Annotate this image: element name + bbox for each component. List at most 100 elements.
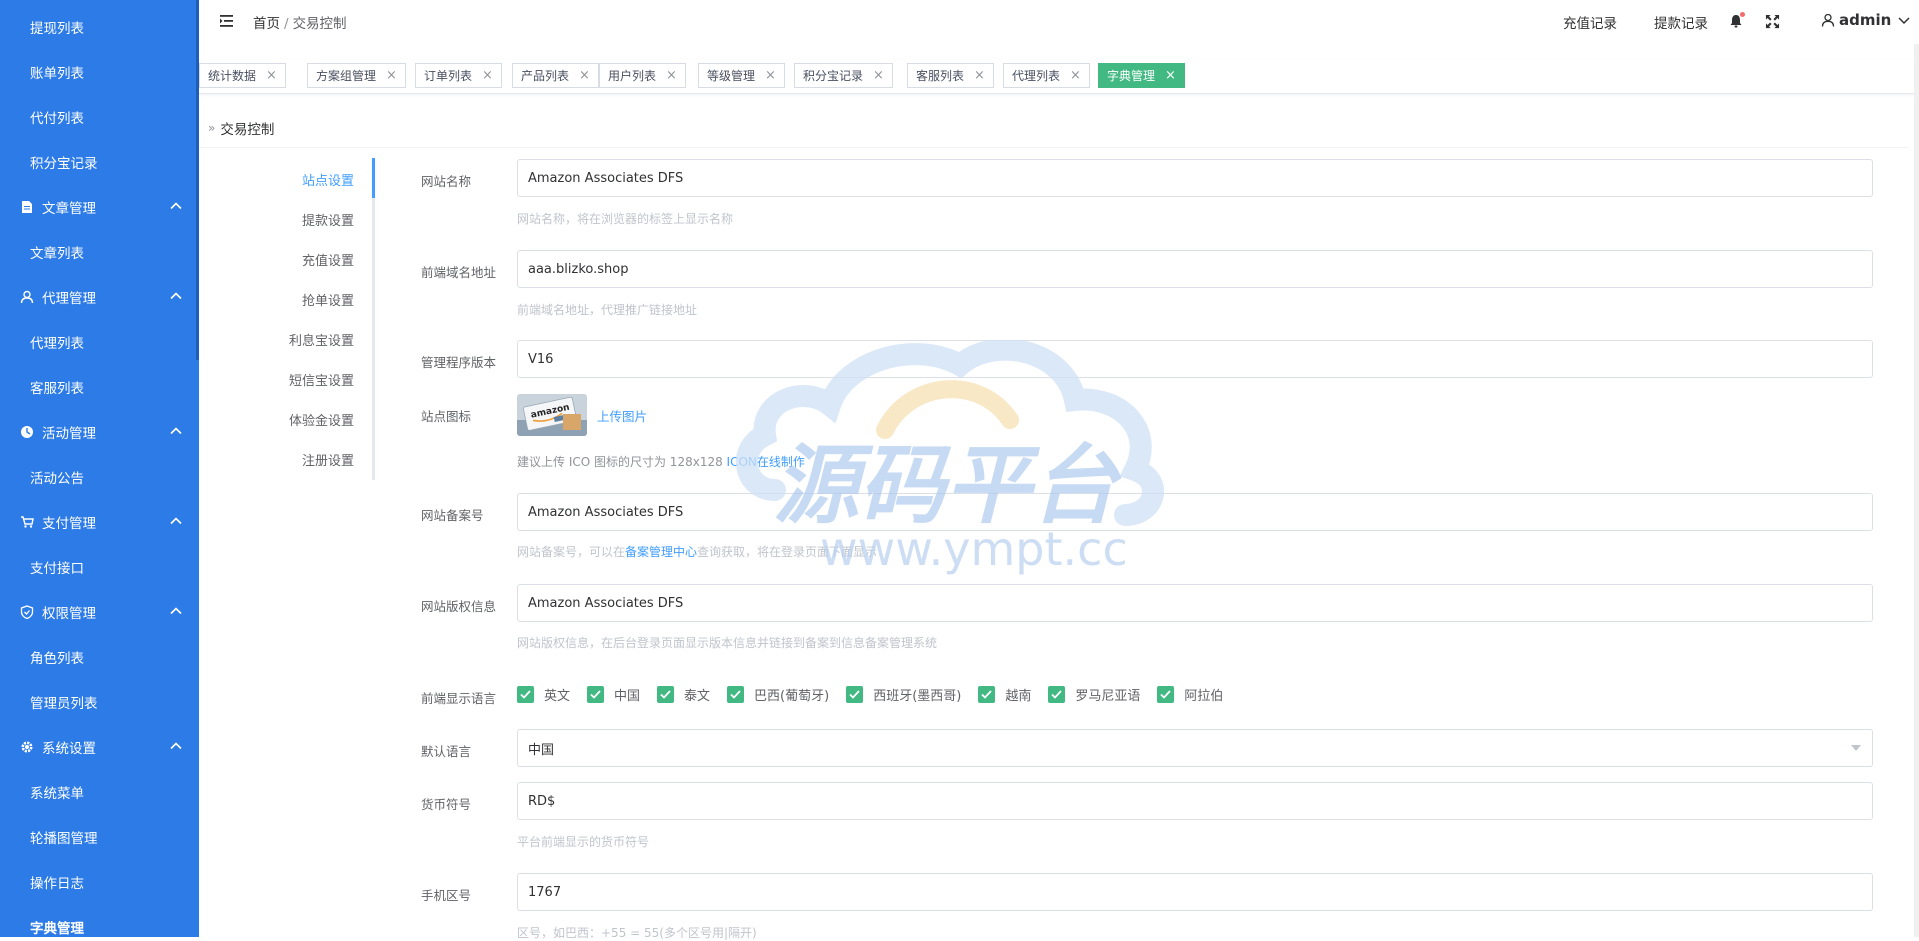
default-language-select[interactable]: 中国 [517,729,1873,767]
language-label: 越南 [1005,689,1032,704]
notification-button[interactable] [1728,12,1745,29]
sidebar-group-11[interactable]: 支付管理 [0,499,199,544]
site-name-label: 网站名称 [421,174,472,189]
tab-label: 积分宝记录 [803,69,864,83]
settings-menu-item[interactable]: 利息宝设置 [289,330,354,349]
phone-code-input[interactable]: 1767 [517,873,1873,911]
language-checkbox[interactable]: 巴西(葡萄牙) [727,685,829,704]
close-icon[interactable]: × [1070,68,1081,83]
language-checkbox[interactable]: 阿拉伯 [1157,685,1223,704]
sidebar-item[interactable]: 操作日志 [0,859,199,904]
settings-menu-item[interactable]: 注册设置 [302,450,354,469]
sidebar-item[interactable]: 活动公告 [0,454,199,499]
checkbox-checked-icon[interactable] [978,686,996,703]
tab-label: 统计数据 [208,69,257,83]
tab[interactable]: 用户列表 × [599,63,686,88]
sidebar-item[interactable]: 代理列表 [0,319,199,364]
settings-menu-item[interactable]: 短信宝设置 [289,370,354,389]
sidebar-item[interactable]: 管理员列表 [0,679,199,724]
close-icon[interactable]: × [1165,68,1176,83]
sidebar-item[interactable]: 轮播图管理 [0,814,199,859]
checkbox-checked-icon[interactable] [1157,686,1175,703]
caret-down-icon [1851,745,1861,751]
sidebar-item[interactable]: 客服列表 [0,364,199,409]
close-icon[interactable]: × [666,68,677,83]
sidebar-group-16[interactable]: 系统设置 [0,724,199,769]
checkbox-checked-icon[interactable] [727,686,745,703]
page-title: » 交易控制 [208,118,274,138]
user-menu[interactable]: admin [1821,11,1911,29]
language-checkbox[interactable]: 西班牙(墨西哥) [846,685,961,704]
close-icon[interactable]: × [974,68,985,83]
settings-menu: 站点设置提款设置充值设置抢单设置利息宝设置短信宝设置体验金设置注册设置 [280,158,375,480]
checkbox-checked-icon[interactable] [1048,686,1066,703]
icp-input[interactable]: Amazon Associates DFS [517,493,1873,531]
sidebar-item[interactable]: 支付接口 [0,544,199,589]
language-label: 中国 [614,689,641,704]
language-checkbox[interactable]: 罗马尼亚语 [1048,685,1140,704]
admin-version-input[interactable]: V16 [517,340,1873,378]
tab[interactable]: 订单列表 × [415,63,502,88]
withdraw-records-link[interactable]: 提款记录 [1654,12,1708,32]
recharge-records-link[interactable]: 充值记录 [1563,12,1617,32]
checkbox-checked-icon[interactable] [587,686,605,703]
checkbox-checked-icon[interactable] [657,686,675,703]
sidebar-group-9[interactable]: 活动管理 [0,409,199,454]
language-checkbox[interactable]: 越南 [978,685,1031,704]
tab[interactable]: 积分宝记录 × [794,63,893,88]
close-icon[interactable]: × [579,68,590,83]
sidebar-group-4[interactable]: 文章管理 [0,184,199,229]
upload-image-link[interactable]: 上传图片 [597,406,647,425]
tab[interactable]: 等级管理 × [698,63,785,88]
default-language-value: 中国 [528,742,555,758]
currency-input[interactable]: RD$ [517,782,1873,820]
icon-online-maker-link[interactable]: ICON在线制作 [727,455,805,469]
close-icon[interactable]: × [765,68,776,83]
sidebar-item[interactable]: 角色列表 [0,634,199,679]
sidebar-item[interactable]: 系统菜单 [0,769,199,814]
settings-menu-item[interactable]: 站点设置 [302,170,354,189]
tab-label: 客服列表 [916,69,965,83]
sidebar-item[interactable]: 代付列表 [0,94,199,139]
language-checkbox[interactable]: 中国 [587,685,640,704]
tab[interactable]: 产品列表 × [512,63,599,88]
tab[interactable]: 统计数据 × [199,63,286,88]
close-icon[interactable]: × [482,68,493,83]
sidebar-item[interactable]: 提现列表 [0,4,199,49]
frontend-domain-input[interactable]: aaa.blizko.shop [517,250,1873,288]
close-icon[interactable]: × [386,68,397,83]
sidebar-item[interactable]: 字典管理 [0,904,199,937]
language-checkbox[interactable]: 英文 [517,685,570,704]
settings-menu-item[interactable]: 提款设置 [302,210,354,229]
settings-menu-item[interactable]: 抢单设置 [302,290,354,309]
chevron-up-icon [170,292,182,300]
sidebar-item[interactable]: 文章列表 [0,229,199,274]
sidebar-item[interactable]: 账单列表 [0,49,199,94]
settings-menu-item[interactable]: 体验金设置 [289,410,354,429]
user-icon [20,290,34,303]
settings-menu-item[interactable]: 充值设置 [302,250,354,269]
tab[interactable]: 方案组管理 × [307,63,406,88]
copyright-value: Amazon Associates DFS [528,595,684,611]
sidebar-group-6[interactable]: 代理管理 [0,274,199,319]
sidebar-item[interactable]: 积分宝记录 [0,139,199,184]
copyright-hint: 网站版权信息，在后台登录页面显示版本信息并链接到备案到信息备案管理系统 [517,636,938,650]
site-name-input[interactable]: Amazon Associates DFS [517,159,1873,197]
fullscreen-icon[interactable] [1765,14,1780,29]
close-icon[interactable]: × [873,68,884,83]
tab[interactable]: 字典管理 × [1098,63,1185,88]
checkbox-checked-icon[interactable] [517,686,534,703]
breadcrumb-home[interactable]: 首页 [253,16,280,32]
menu-toggle-icon[interactable] [219,13,235,29]
sidebar-group-13[interactable]: 权限管理 [0,589,199,634]
content-scrollbar[interactable] [1914,44,1919,937]
frontend-languages-group: 英文 中国 泰文 巴西(葡萄牙) 西班牙(墨西哥) 越南 罗马尼亚语 阿拉伯 [517,685,1240,704]
tab[interactable]: 客服列表 × [907,63,994,88]
checkbox-checked-icon[interactable] [846,686,864,703]
icp-management-link[interactable]: 备案管理中心 [625,545,697,559]
language-checkbox[interactable]: 泰文 [657,685,710,704]
copyright-input[interactable]: Amazon Associates DFS [517,584,1873,622]
tags-view-bar: 统计数据 × 方案组管理 × 订单列表 × 产品列表 × 用户列表 × 等级管理 × 积分宝记录 × 客服列… [199,60,1919,94]
close-icon[interactable]: × [266,68,277,83]
tab[interactable]: 代理列表 × [1003,63,1090,88]
